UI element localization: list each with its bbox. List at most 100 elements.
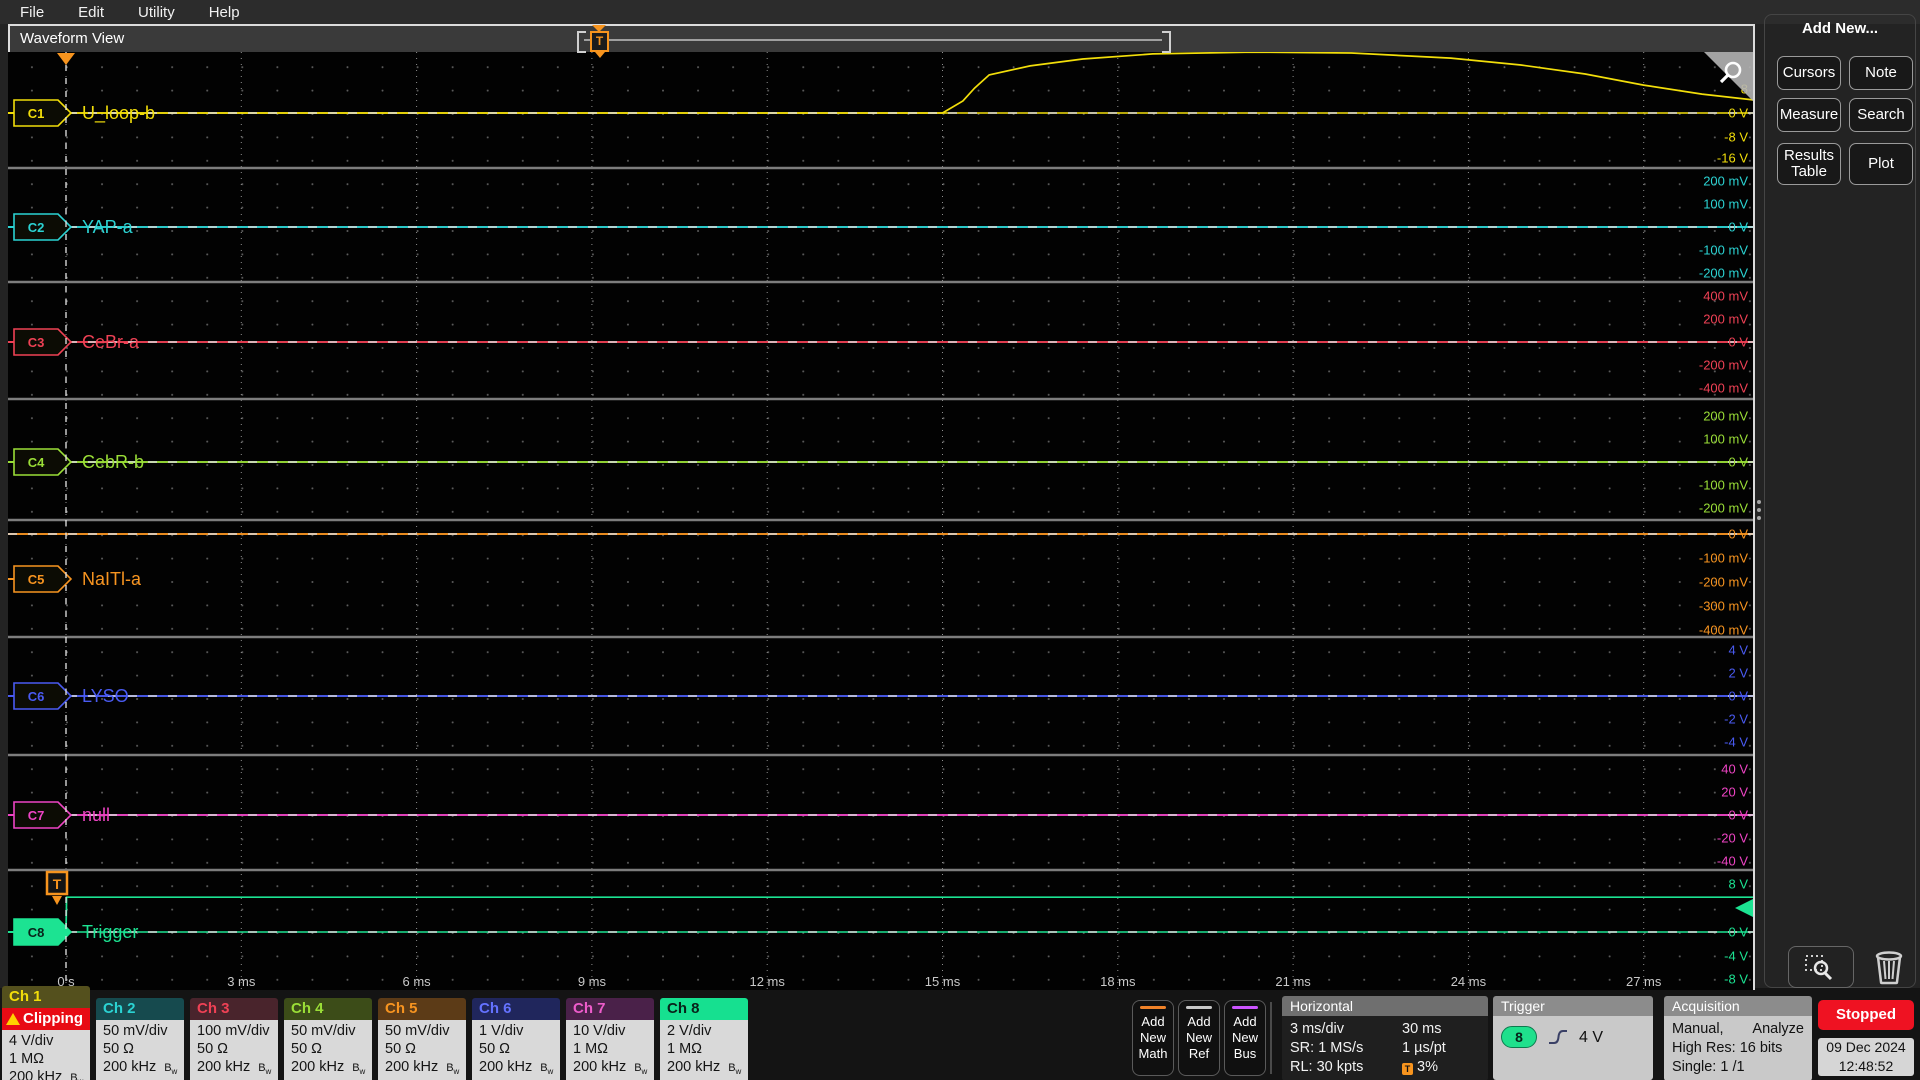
menu-file[interactable]: File: [20, 4, 44, 21]
acquisition-analyze: Analyze: [1752, 1021, 1804, 1037]
channel-name-c7[interactable]: null: [82, 805, 110, 825]
channel-badge-body: 100 mV/div 50 Ω 200 kHz Bw: [190, 1020, 278, 1080]
record-view-right-bracket: [1162, 31, 1171, 53]
acquisition-single: Single: 1 /1: [1672, 1059, 1745, 1075]
trash-button[interactable]: [1864, 944, 1914, 988]
bandwidth: 200 kHz: [197, 1059, 251, 1075]
channel-settings-badge-ch1[interactable]: Ch 1Clipping 4 V/div 1 MΩ 200 kHz Bw: [2, 986, 90, 1080]
channel-name-c6[interactable]: LYSO: [82, 686, 129, 706]
horizontal-row-value: 30 ms: [1402, 1021, 1442, 1037]
volts-per-div: 2 V/div: [667, 1023, 712, 1039]
record-view-line: [584, 39, 1162, 41]
scale-label: 0 V: [1728, 808, 1748, 823]
scale-label: 0 V: [1728, 455, 1748, 470]
horizontal-panel[interactable]: Horizontal 3 ms/div 30 ms SR: 1 MS/s 1 µs/p…: [1282, 996, 1488, 1080]
bandwidth-limit-icon: Bw: [540, 1062, 554, 1077]
cursors-button[interactable]: Cursors: [1777, 56, 1841, 90]
bandwidth: 200 kHz: [103, 1059, 157, 1075]
volts-per-div: 50 mV/div: [103, 1023, 168, 1039]
channel-settings-badge-ch3[interactable]: Ch 3 100 mV/div 50 Ω 200 kHz Bw: [190, 998, 278, 1080]
scale-label: 0 V: [1728, 106, 1748, 121]
scale-label: 400 mV: [1703, 289, 1748, 304]
search-button[interactable]: Search: [1849, 98, 1913, 132]
channel-badge-header: Ch 7: [566, 998, 654, 1020]
scale-label: 200 mV: [1703, 409, 1748, 424]
time-value: 12:48:52: [1838, 1058, 1894, 1074]
scale-label: -400 mV: [1699, 623, 1748, 638]
volts-per-div: 4 V/div: [9, 1033, 54, 1049]
channel-name-c3[interactable]: CeBr-a: [82, 332, 140, 352]
add-new-bus-button[interactable]: Add New Bus: [1224, 1000, 1266, 1076]
channel-badge-body: 50 mV/div 50 Ω 200 kHz Bw: [284, 1020, 372, 1080]
time-axis-label: 27 ms: [1626, 974, 1662, 989]
channel-settings-badge-ch7[interactable]: Ch 7 10 V/div 1 MΩ 200 kHz Bw: [566, 998, 654, 1080]
trigger-source-badge[interactable]: 8: [1501, 1026, 1537, 1048]
channel-settings-badge-ch4[interactable]: Ch 4 50 mV/div 50 Ω 200 kHz Bw: [284, 998, 372, 1080]
menu-edit[interactable]: Edit: [78, 4, 104, 21]
scale-label: -100 mV: [1699, 478, 1748, 493]
measure-button[interactable]: Measure: [1777, 98, 1841, 132]
channel-settings-badge-ch2[interactable]: Ch 2 50 mV/div 50 Ω 200 kHz Bw: [96, 998, 184, 1080]
time-axis-label: 3 ms: [227, 974, 256, 989]
menu-utility[interactable]: Utility: [138, 4, 175, 21]
trigger-panel[interactable]: Trigger 8 4 V: [1493, 996, 1653, 1080]
waveform-view-tab[interactable]: Waveform View: [20, 30, 124, 47]
impedance: 50 Ω: [291, 1041, 322, 1057]
menu-help[interactable]: Help: [209, 4, 240, 21]
date-value: 09 Dec 2024: [1826, 1039, 1906, 1055]
channel-badge-body: 2 V/div 1 MΩ 200 kHz Bw: [660, 1020, 748, 1080]
volts-per-div: 50 mV/div: [385, 1023, 450, 1039]
channel-badge-body: 50 mV/div 50 Ω 200 kHz Bw: [378, 1020, 466, 1080]
results-table-button[interactable]: Results Table: [1777, 143, 1841, 185]
channel-name-c1[interactable]: U_loop-b: [82, 103, 155, 124]
acquisition-panel[interactable]: Acquisition Manual, Analyze High Res: 16…: [1664, 996, 1812, 1080]
impedance: 50 Ω: [479, 1041, 510, 1057]
accent-line: [1140, 1006, 1166, 1009]
scale-label: -8 V: [1724, 972, 1748, 987]
scale-label: -2 V: [1724, 712, 1748, 727]
channel-badge-body: 50 mV/div 50 Ω 200 kHz Bw: [96, 1020, 184, 1080]
channel-name-c8[interactable]: Trigger: [82, 922, 138, 942]
impedance: 1 MΩ: [667, 1041, 703, 1057]
volts-per-div: 10 V/div: [573, 1023, 626, 1039]
horizontal-panel-title: Horizontal: [1282, 996, 1488, 1016]
scale-label: -4 V: [1724, 949, 1748, 964]
record-trigger-position-marker[interactable]: T: [590, 31, 609, 52]
record-trigger-pointer-icon: [595, 52, 605, 58]
horizontal-row-label: RL: 30 kpts: [1290, 1059, 1364, 1075]
accent-line: [1186, 1006, 1212, 1009]
note-button[interactable]: Note: [1849, 56, 1913, 90]
scale-label: 0 V: [1728, 335, 1748, 350]
add-new-math-button[interactable]: Add New Math: [1132, 1000, 1174, 1076]
bandwidth-limit-icon: Bw: [164, 1062, 178, 1077]
channel-name-c5[interactable]: NaITl-a: [82, 569, 142, 589]
zoom-box-icon: [1805, 955, 1833, 981]
zoom-box-button[interactable]: [1788, 946, 1854, 988]
channel-settings-badge-ch5[interactable]: Ch 5 50 mV/div 50 Ω 200 kHz Bw: [378, 998, 466, 1080]
horizontal-row-value: 3%: [1417, 1059, 1438, 1075]
channel-settings-badge-ch6[interactable]: Ch 6 1 V/div 50 Ω 200 kHz Bw: [472, 998, 560, 1080]
channel-settings-badge-ch8[interactable]: Ch 8 2 V/div 1 MΩ 200 kHz Bw: [660, 998, 748, 1080]
plot-button[interactable]: Plot: [1849, 143, 1913, 185]
channel-badge-body: 1 V/div 50 Ω 200 kHz Bw: [472, 1020, 560, 1080]
scale-label: -16 V: [1717, 151, 1748, 166]
splitter-handle[interactable]: [1757, 500, 1761, 520]
menu-bar: File Edit Utility Help: [0, 0, 1920, 24]
run-stop-status-button[interactable]: Stopped: [1818, 1000, 1914, 1030]
channel-badge-label: C4: [28, 455, 45, 470]
scale-label: 4 V: [1728, 643, 1748, 658]
volts-per-div: 100 mV/div: [197, 1023, 270, 1039]
scale-label: 200 mV: [1703, 312, 1748, 327]
warning-icon: [6, 1013, 20, 1025]
datetime-display: 09 Dec 2024 12:48:52: [1818, 1038, 1914, 1076]
channel-name-c4[interactable]: CebR-b: [82, 452, 144, 472]
bandwidth: 200 kHz: [667, 1059, 721, 1075]
scale-label: -300 mV: [1699, 599, 1748, 614]
volts-per-div: 1 V/div: [479, 1023, 524, 1039]
bandwidth: 200 kHz: [573, 1059, 627, 1075]
add-new-ref-button[interactable]: Add New Ref: [1178, 1000, 1220, 1076]
scale-label: -200 mV: [1699, 575, 1748, 590]
channel-name-c2[interactable]: YAP-a: [82, 217, 134, 237]
channel-badge-label: C7: [28, 808, 45, 823]
bottom-separator: [1270, 1002, 1272, 1074]
